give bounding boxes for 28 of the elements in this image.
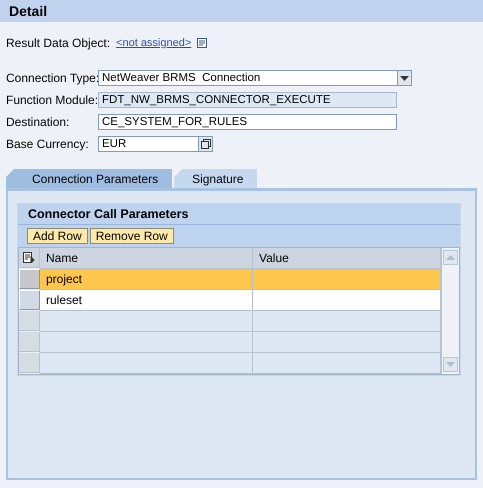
tab[interactable]: Connection Parameters xyxy=(6,169,172,188)
down-arrow-icon xyxy=(446,362,455,367)
column-settings-icon[interactable] xyxy=(23,252,35,263)
scroll-down-button[interactable] xyxy=(443,357,458,372)
connection-type-dropdown[interactable]: NetWeaver BRMS Connection xyxy=(98,70,398,86)
readonly-field: FDT_NW_BRMS_CONNECTOR_EXECUTE xyxy=(98,92,397,108)
field-label: Result Data Object: xyxy=(6,36,110,50)
field-label: Connection Type: xyxy=(6,71,98,85)
column-header[interactable]: Value xyxy=(253,248,441,269)
column-header[interactable]: Name xyxy=(40,248,253,269)
toolbar-button[interactable]: Add Row xyxy=(27,228,88,244)
not-assigned-link[interactable]: <not assigned> xyxy=(116,37,192,49)
group-title: Connector Call Parameters xyxy=(18,204,460,225)
scroll-up-button[interactable] xyxy=(443,250,458,265)
edit-icon[interactable] xyxy=(197,38,208,48)
scrollbar[interactable] xyxy=(441,248,459,374)
field-label: Base Currency: xyxy=(6,137,90,151)
field-label: Destination: xyxy=(6,115,70,129)
input-field[interactable]: EUR xyxy=(98,136,199,152)
toolbar-button[interactable]: Remove Row xyxy=(90,228,174,244)
table-cell: ruleset xyxy=(40,290,253,311)
input-field[interactable]: CE_SYSTEM_FOR_RULES xyxy=(98,114,397,130)
section-title: Detail xyxy=(0,0,483,22)
field-label: Function Module: xyxy=(6,93,98,107)
value-help-icon[interactable] xyxy=(198,136,213,152)
tab[interactable]: Signature xyxy=(174,169,258,188)
table-cell: project xyxy=(40,269,253,290)
up-arrow-icon xyxy=(446,255,455,260)
